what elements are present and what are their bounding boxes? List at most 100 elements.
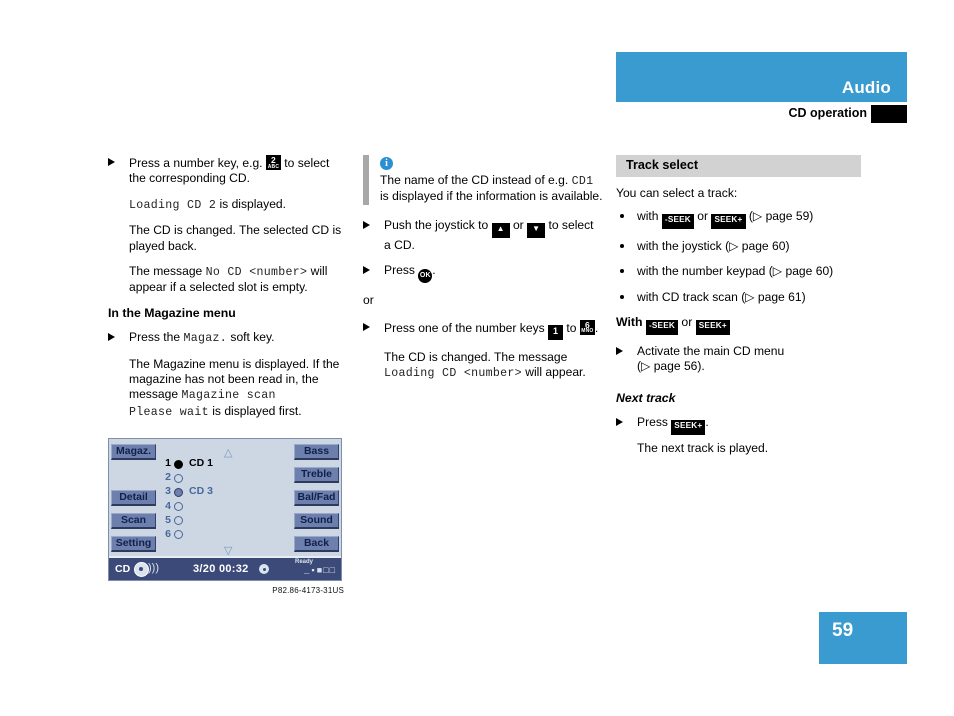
softkey-detail[interactable]: Detail bbox=[111, 490, 156, 506]
paragraph-next-track-played: The next track is played. bbox=[637, 441, 769, 456]
slot-indicator-icon bbox=[174, 502, 183, 512]
step-text-prefix: Press bbox=[637, 415, 668, 430]
step-text-suffix: . bbox=[705, 415, 709, 430]
number-key-6-icon: 6 MNO bbox=[579, 319, 595, 335]
cd-slot-2[interactable]: 2 bbox=[161, 471, 281, 485]
cd-slot-1[interactable]: 1 CD 1 bbox=[161, 457, 281, 471]
step-arrow-icon bbox=[616, 418, 623, 427]
page-number: 59 bbox=[832, 620, 854, 641]
bullet-dot-icon bbox=[620, 294, 624, 299]
or-separator: or bbox=[363, 293, 374, 308]
display-message-please-wait: Please wait bbox=[129, 405, 209, 419]
step-press-ok: Press OK. bbox=[363, 263, 603, 284]
left-column: Press a number key, e.g. 2 ABC to select … bbox=[108, 155, 346, 430]
paragraph-prefix: The message bbox=[129, 264, 203, 279]
softkey-bass[interactable]: Bass bbox=[294, 444, 339, 460]
page-reference: (▷ page 59) bbox=[748, 208, 814, 223]
step-press-number-keys: Press one of the number keys 1 to 6 MNO . bbox=[363, 319, 603, 340]
slot-indicator-icon bbox=[174, 459, 183, 469]
display-message-magazine-scan: Magazine scan bbox=[181, 389, 276, 403]
slot-number: 3 bbox=[165, 485, 171, 498]
page-reference: (▷ page 56). bbox=[637, 359, 705, 374]
step-text-suffix: soft key. bbox=[230, 330, 275, 345]
step-text-prefix: Press one of the number keys bbox=[384, 320, 545, 335]
bullet-text: with the number keypad bbox=[637, 264, 766, 279]
status-source-label: CD bbox=[115, 563, 131, 575]
cd-slot-4[interactable]: 4 bbox=[161, 500, 281, 514]
joystick-down-icon: ▼ bbox=[527, 222, 546, 238]
paragraph-magazine-scan: The Magazine menu is displayed. If the m… bbox=[108, 357, 346, 421]
display-message-loading: Loading CD 2 is displayed. bbox=[108, 197, 346, 213]
section-subtitle: CD operation bbox=[788, 106, 867, 120]
slot-label: CD 1 bbox=[189, 457, 213, 469]
page-title: Audio bbox=[841, 78, 891, 97]
note-mono-cd1: CD1 bbox=[571, 175, 594, 188]
bullet-dot-icon bbox=[620, 269, 624, 274]
subheading-prefix: With bbox=[616, 315, 643, 330]
number-key-1-icon: 1 bbox=[548, 324, 564, 340]
step-arrow-icon bbox=[363, 266, 370, 275]
head-unit-screen: Magaz. Detail Scan Setting Bass Treble B… bbox=[108, 438, 342, 581]
slot-number: 4 bbox=[165, 499, 171, 512]
info-icon: i bbox=[380, 157, 393, 170]
status-elapsed-time: 00:32 bbox=[218, 563, 249, 575]
seek-forward-key-icon: SEEK+ bbox=[671, 420, 706, 436]
softkey-balfad[interactable]: Bal/Fad bbox=[294, 490, 339, 506]
step-text-prefix: Press bbox=[384, 263, 415, 278]
display-message-loading-cd: Loading CD <number> bbox=[384, 367, 522, 381]
softkey-treble[interactable]: Treble bbox=[294, 467, 339, 483]
slot-number: 5 bbox=[165, 513, 171, 526]
step-text-suffix: . bbox=[432, 263, 436, 278]
paragraph-prefix: The CD is changed. The message bbox=[384, 349, 568, 364]
seek-forward-key-icon: SEEK+ bbox=[711, 213, 746, 229]
joystick-up-icon: ▲ bbox=[491, 222, 510, 238]
number-key-2-icon: 2 ABC bbox=[265, 155, 281, 170]
subheading-middle: or bbox=[681, 315, 693, 330]
cd-slot-5[interactable]: 5 bbox=[161, 514, 281, 528]
step-arrow-icon bbox=[616, 347, 623, 356]
softkey-magaz[interactable]: Magaz. bbox=[111, 444, 156, 460]
note-text-before: The name of the CD instead of e.g. bbox=[380, 173, 569, 187]
step-press-magaz-softkey: Press the Magaz. soft key. bbox=[108, 330, 346, 346]
step-text-before: Press a number key, e.g. bbox=[129, 156, 263, 170]
step-text-prefix: Press the bbox=[129, 330, 181, 345]
step-text-middle: or bbox=[512, 217, 524, 232]
slot-indicator-icon bbox=[174, 487, 183, 497]
page-reference: (▷ page 60) bbox=[725, 238, 790, 253]
bullet-dot-icon bbox=[620, 213, 624, 218]
cd-slot-list: 1 CD 1 2 3 CD 3 4 5 6 bbox=[161, 457, 281, 542]
subheading-next-track: Next track bbox=[616, 390, 676, 405]
paragraph-no-cd: The message No CD <number> will appear i… bbox=[108, 264, 346, 296]
page-reference: (▷ page 60) bbox=[768, 264, 834, 279]
step-activate-cd-menu: Activate the main CD menu (▷ page 56). bbox=[616, 344, 861, 375]
paragraph-cd-changed: The CD is changed. The selected CD is pl… bbox=[129, 223, 342, 253]
softkey-back[interactable]: Back bbox=[294, 536, 339, 552]
bullet-number-keypad: with the number keypad (▷ page 60) bbox=[616, 264, 861, 279]
step-text-suffix: . bbox=[594, 320, 599, 335]
softkey-sound[interactable]: Sound bbox=[294, 513, 339, 529]
subheading-magazine-menu: In the Magazine menu bbox=[108, 305, 236, 320]
page-reference: (▷ page 61) bbox=[741, 289, 806, 304]
softkey-scan[interactable]: Scan bbox=[111, 513, 156, 529]
step-arrow-icon bbox=[363, 220, 370, 229]
step-push-joystick: Push the joystick to ▲ or ▼ to select a … bbox=[363, 218, 603, 253]
display-status-bar: CD ))) 3/20 00:32 Ready _▪■□□ bbox=[109, 556, 341, 580]
softkey-setting[interactable]: Setting bbox=[111, 536, 156, 552]
cd-display-figure: Magaz. Detail Scan Setting Bass Treble B… bbox=[108, 438, 344, 595]
bullet-text: with CD track scan bbox=[637, 289, 738, 304]
slot-indicator-icon bbox=[174, 473, 183, 483]
paragraph-suffix: will appear. bbox=[525, 365, 586, 380]
bullet-text: with the joystick bbox=[637, 238, 722, 253]
middle-column: i The name of the CD instead of e.g. CD1… bbox=[363, 155, 603, 391]
subheading-with-seek: With -SEEK or SEEK+ bbox=[616, 315, 861, 336]
step-arrow-icon bbox=[108, 333, 115, 342]
step-text: Activate the main CD menu bbox=[637, 344, 785, 359]
bullet-seek-keys: with -SEEK or SEEK+ (▷ page 59) bbox=[616, 209, 861, 229]
cd-slot-6[interactable]: 6 bbox=[161, 528, 281, 542]
intro-text: You can select a track: bbox=[616, 186, 738, 201]
bullet-text-prefix: with bbox=[637, 208, 659, 223]
status-track-info: 3/20 00:32 bbox=[193, 563, 249, 575]
cd-slot-3[interactable]: 3 CD 3 bbox=[161, 485, 281, 499]
bullet-text-middle: or bbox=[697, 208, 709, 223]
disc-waves-icon: ))) bbox=[148, 562, 159, 574]
